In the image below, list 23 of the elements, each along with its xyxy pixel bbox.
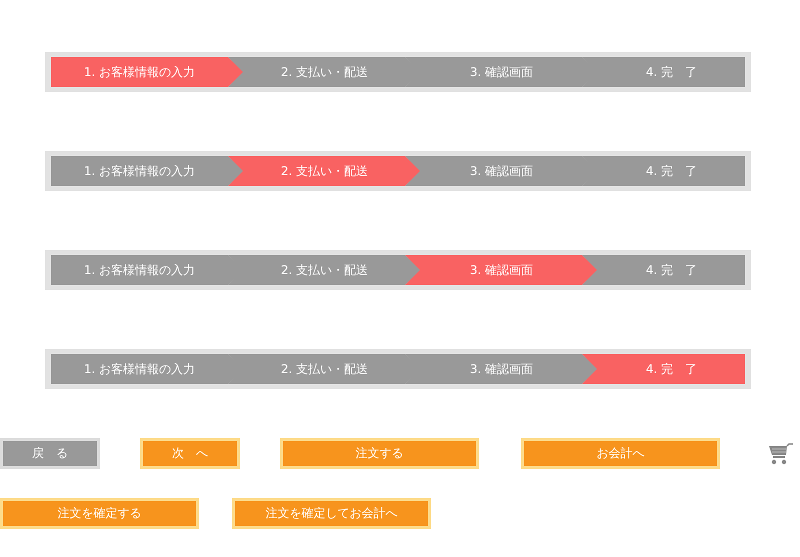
progress-step: 3. 確認画面 [405,57,598,87]
progress-step: 2. 支払い・配送 [228,156,421,186]
button[interactable]: お会計へ [521,438,720,469]
progress-step: 1. お客様情報の入力 [51,156,244,186]
progress-step: 2. 支払い・配送 [228,57,421,87]
progress-step: 4. 完 了 [582,354,745,384]
progress-step: 3. 確認画面 [405,156,598,186]
button[interactable]: 注文を確定する [0,498,199,529]
button[interactable]: 注文を確定してお会計へ [232,498,431,529]
progress-step: 4. 完 了 [582,156,745,186]
progress-step: 4. 完 了 [582,255,745,285]
cart-icon[interactable] [768,442,794,464]
progress-step: 1. お客様情報の入力 [51,255,244,285]
button[interactable]: 戻 る [0,438,100,469]
progress-step: 1. お客様情報の入力 [51,354,244,384]
progress-step: 2. 支払い・配送 [228,354,421,384]
progress-step: 2. 支払い・配送 [228,255,421,285]
progress-step: 3. 確認画面 [405,354,598,384]
button[interactable]: 注文する [280,438,479,469]
button[interactable]: 次 へ [140,438,240,469]
progress-step: 3. 確認画面 [405,255,598,285]
progress-step: 4. 完 了 [582,57,745,87]
progress-step: 1. お客様情報の入力 [51,57,244,87]
